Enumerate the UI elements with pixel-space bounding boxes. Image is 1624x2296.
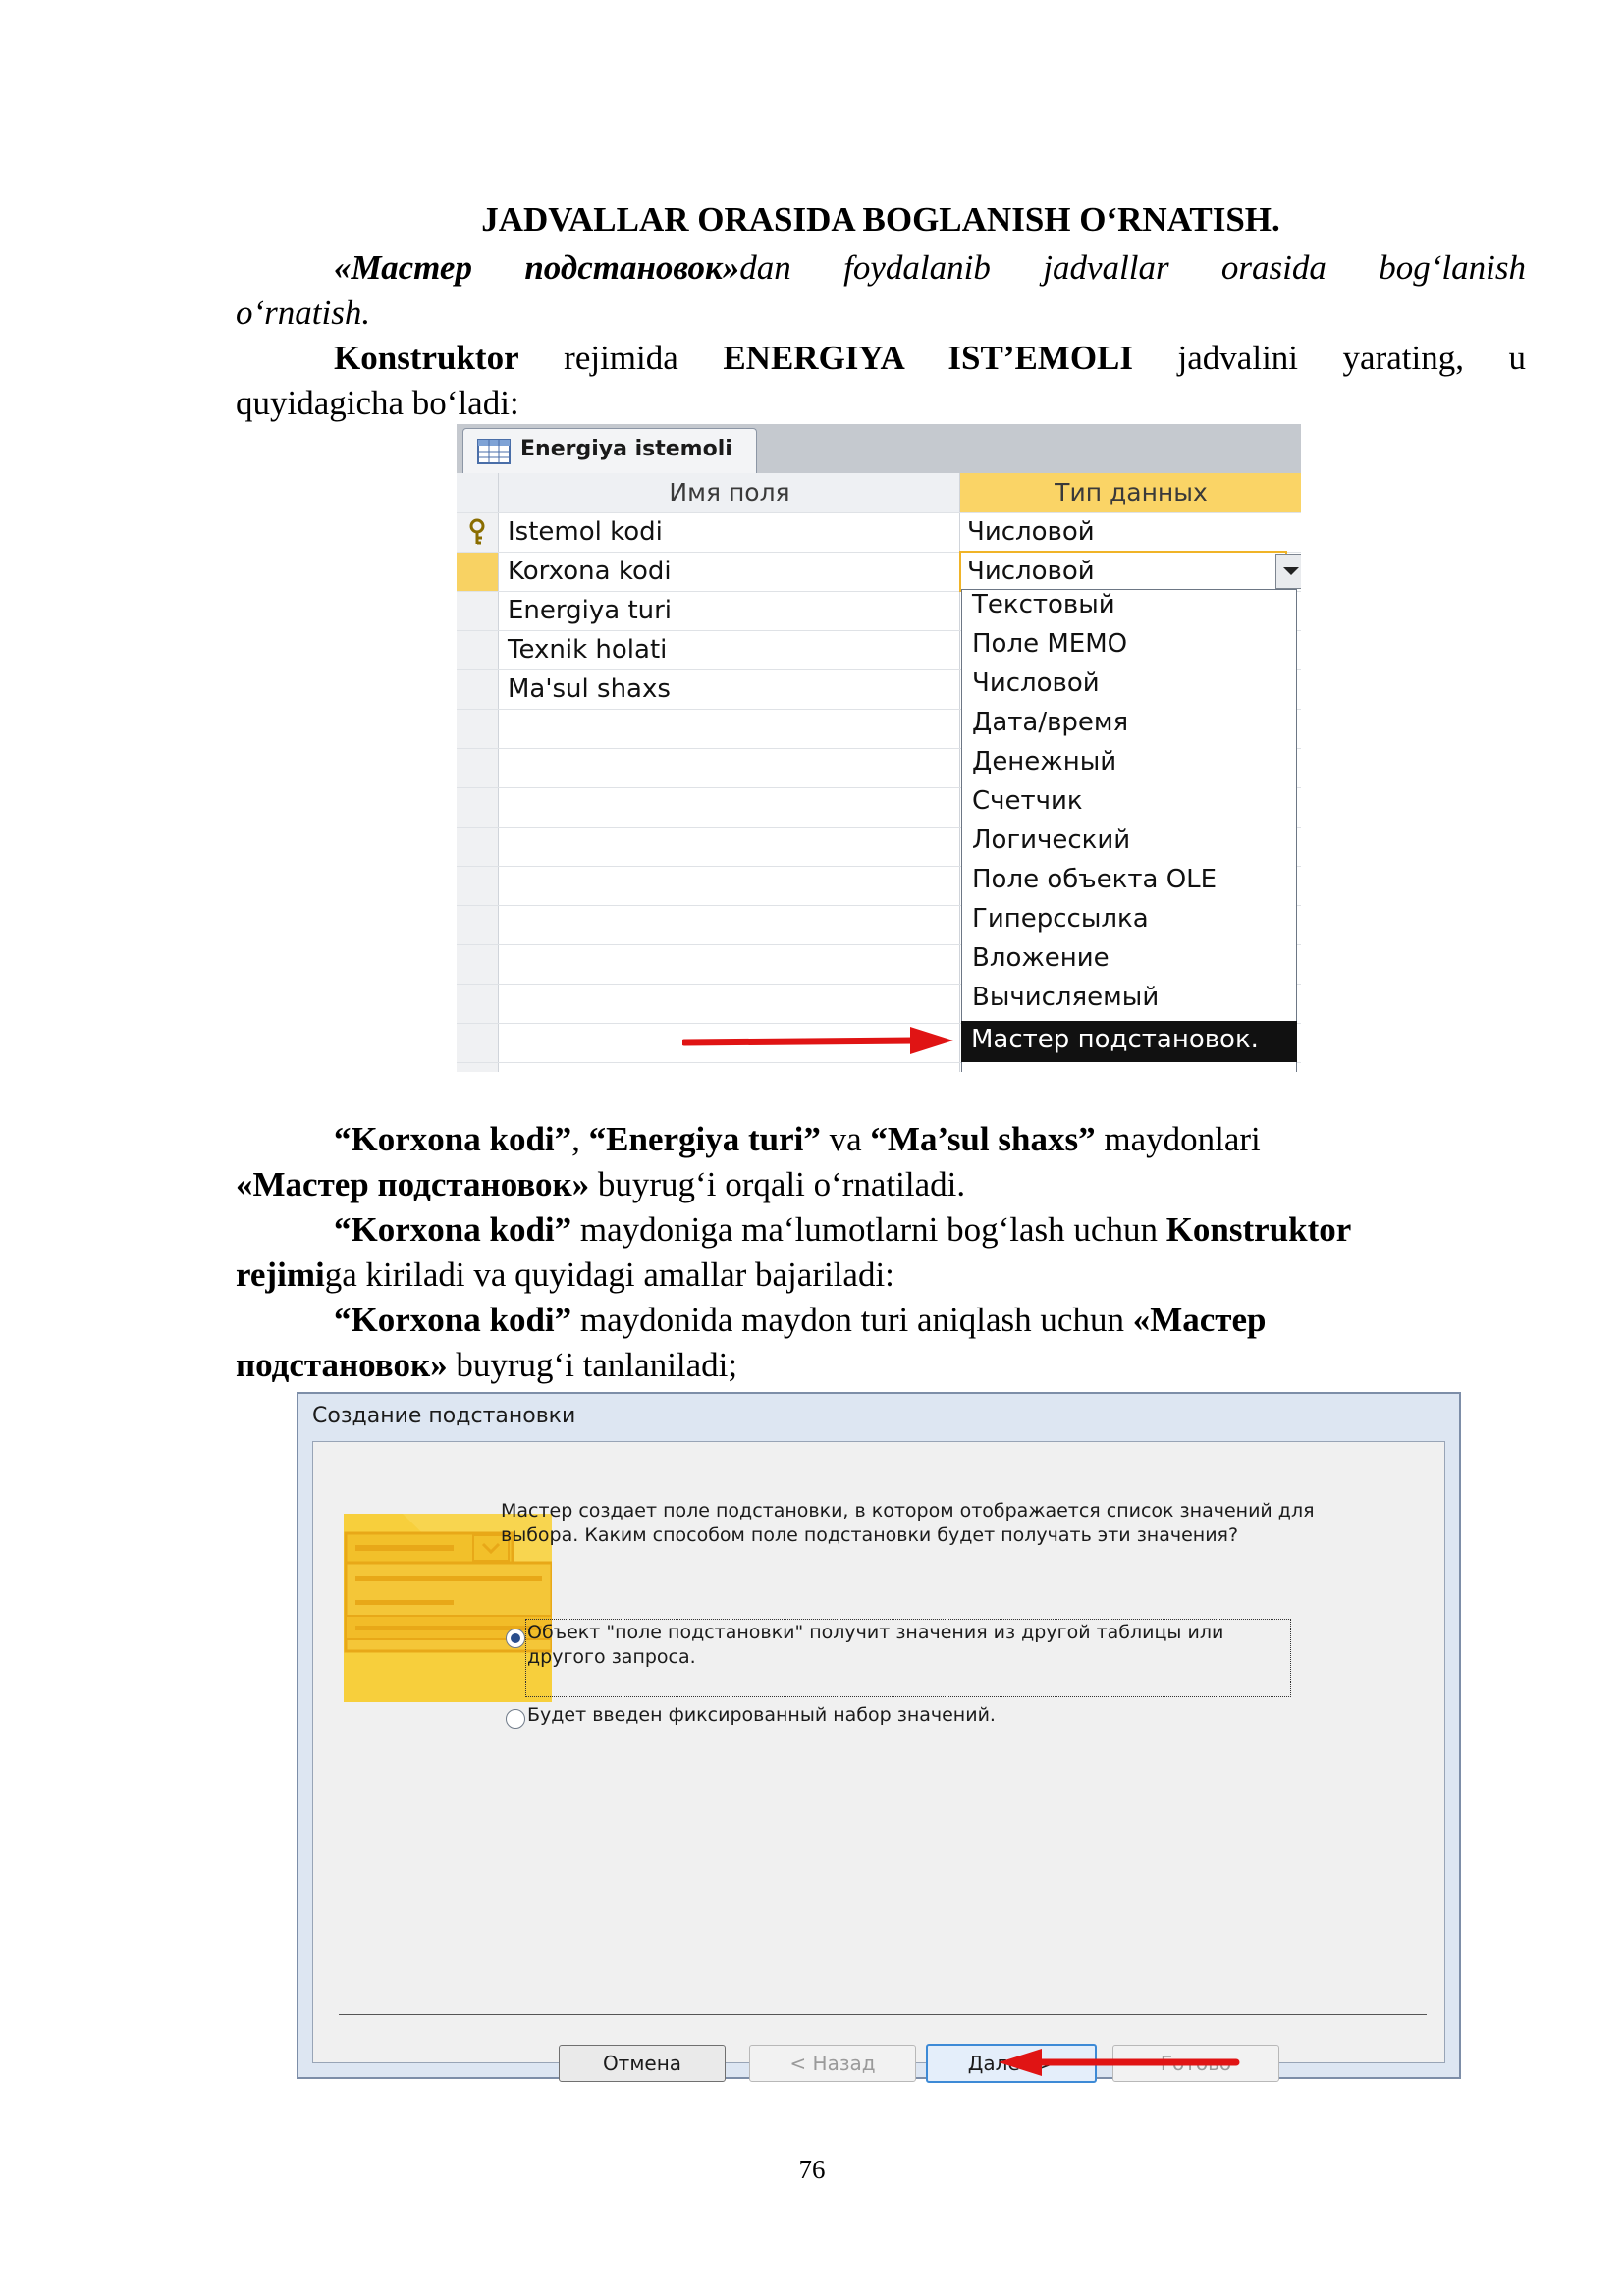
para1-line-1: Konstruktor rejimida ENERGIYA IST’EMOLI …	[334, 336, 1526, 381]
wizard-description: Мастер создает поле подстановки, в котор…	[501, 1500, 1315, 1546]
dialog-body: Мастер создает поле подстановки, в котор…	[312, 1441, 1445, 2083]
data-type-cell[interactable]: Числовой	[967, 512, 1095, 552]
data-type-dropdown-list: Текстовый Поле MEMO Числовой Дата/время …	[961, 589, 1297, 1072]
dropdown-item[interactable]: Текстовый	[972, 590, 1115, 619]
para2-bold-2: “Energiya turi”	[588, 1120, 821, 1158]
para3-bold-1: “Korxona kodi”	[334, 1210, 572, 1249]
para1-bold-2: ENERGIYA IST’EMOLI	[723, 339, 1134, 377]
field-name-cell[interactable]: Korxona kodi	[508, 552, 672, 591]
table-tab[interactable]: Energiya istemoli	[462, 428, 757, 474]
dropdown-item[interactable]: Дата/время	[972, 708, 1128, 737]
para3-text-2: ga kiriladi va quyidagi amallar bajarila…	[324, 1255, 894, 1294]
cancel-button[interactable]: Отмена	[559, 2045, 726, 2082]
dropdown-item-selected-label: Мастер подстановок.	[971, 1025, 1259, 1054]
para4-line-1: “Korxona kodi” maydonida maydon turi ani…	[334, 1298, 1266, 1343]
option-2-radio[interactable]	[506, 1709, 525, 1729]
option-1-label[interactable]: Объект "поле подстановки" получит значен…	[527, 1621, 1283, 1670]
back-button[interactable]: < Назад	[749, 2045, 916, 2082]
field-name-cell[interactable]: Energiya turi	[508, 591, 672, 630]
grid-line	[498, 473, 499, 1072]
dropdown-item[interactable]: Вычисляемый	[972, 983, 1159, 1012]
para2-bold-3: “Ma’sul shaxs”	[870, 1120, 1096, 1158]
chevron-down-icon	[1283, 567, 1299, 575]
dropdown-item[interactable]: Счетчик	[972, 786, 1083, 816]
para2-text-2: va	[820, 1120, 871, 1158]
data-type-combo-value: Числовой	[967, 557, 1095, 586]
dropdown-item[interactable]: Числовой	[972, 668, 1100, 698]
radio-selected-dot	[511, 1633, 520, 1643]
para2-text-1: ,	[571, 1120, 589, 1158]
lookup-wizard-dialog: Создание подстановки Мастер создает поле…	[297, 1392, 1461, 2083]
row-selector-column	[457, 512, 498, 1072]
dropdown-item[interactable]: Логический	[972, 826, 1130, 855]
current-row-selector[interactable]	[457, 552, 498, 591]
table-icon	[477, 439, 511, 464]
field-name-cell[interactable]: Texnik holati	[508, 630, 667, 669]
para3-bold-2: Konstruktor	[1165, 1210, 1352, 1249]
para4-text-1: maydonida maydon turi aniqlash uchun	[571, 1301, 1133, 1339]
intro-line-1: «Мастер подстановок»dan foydalanib jadva…	[334, 245, 1526, 291]
option-2-label[interactable]: Будет введен фиксированный набор значени…	[527, 1703, 1283, 1728]
intro-line-2: oʻrnatish.	[236, 294, 371, 332]
page-title: JADVALLAR ORASIDA BOGLANISH OʻRNATISH.	[481, 200, 1280, 239]
intro-text: dan foydalanib jadvallar orasida bogʻlan…	[739, 248, 1526, 287]
column-header-data-type: Тип данных	[959, 473, 1301, 512]
para2-bold-4: «Мастер подстановок»	[236, 1165, 590, 1203]
para1-text-1: rejimida	[518, 339, 724, 377]
red-arrow-icon	[682, 1027, 953, 1054]
divider	[339, 2014, 1427, 2015]
dropdown-item[interactable]: Вложение	[972, 943, 1110, 973]
option-1-radio[interactable]	[506, 1629, 525, 1648]
dropdown-item[interactable]: Гиперссылка	[972, 904, 1149, 934]
column-header-field-name: Имя поля	[498, 473, 960, 512]
para1-bold-1: Konstruktor	[334, 339, 519, 377]
para4-text-2: buyrugʻi tanlaniladi;	[447, 1346, 738, 1384]
para3-line-2: rejimiga kiriladi va quyidagi amallar ba…	[236, 1253, 894, 1298]
para1-line-2: quyidagicha boʻladi:	[236, 384, 519, 422]
field-name-cell[interactable]: Ma'sul shaxs	[508, 669, 671, 709]
access-table-screenshot: Energiya istemoli Имя поля Тип данных Is…	[457, 424, 1301, 1072]
dropdown-item[interactable]: Поле MEMO	[972, 629, 1127, 659]
dropdown-item[interactable]: Денежный	[972, 747, 1116, 776]
para3-text-1: maydoniga maʻlumotlarni bogʻlash uchun	[571, 1210, 1166, 1249]
para2-text-4: buyrugʻi orqali oʻrnatiladi.	[589, 1165, 966, 1203]
para3-line-1: “Korxona kodi” maydoniga maʻlumotlarni b…	[334, 1207, 1351, 1253]
para2-line-1: “Korxona kodi”, “Energiya turi” va “Ma’s…	[334, 1117, 1261, 1162]
para4-bold-1: “Korxona kodi”	[334, 1301, 572, 1339]
primary-key-icon	[469, 518, 485, 545]
table-tab-label: Energiya istemoli	[520, 437, 732, 461]
para3-bold-3: rejimi	[236, 1255, 325, 1294]
para4-line-2: подстановок» buyrugʻi tanlaniladi;	[236, 1343, 737, 1388]
red-arrow-icon	[999, 2049, 1240, 2076]
intro-emphasis: «Мастер подстановок»	[334, 248, 740, 287]
field-name-cell[interactable]: Istemol kodi	[508, 512, 663, 552]
para4-bold-3: подстановок»	[236, 1346, 448, 1384]
dialog-title: Создание подстановки	[312, 1404, 576, 1428]
para2-line-2: «Мастер подстановок» buyrugʻi orqali oʻr…	[236, 1162, 965, 1207]
para4-bold-2: «Мастер	[1132, 1301, 1267, 1339]
para1-text-2: jadvalini yarating, u	[1133, 339, 1527, 377]
dropdown-item[interactable]: Поле объекта OLE	[972, 865, 1217, 894]
para2-text-3: maydonlari	[1095, 1120, 1261, 1158]
page-number: 76	[798, 2155, 826, 2184]
para2-bold-1: “Korxona kodi”	[334, 1120, 572, 1158]
row-selector-header	[457, 473, 498, 512]
